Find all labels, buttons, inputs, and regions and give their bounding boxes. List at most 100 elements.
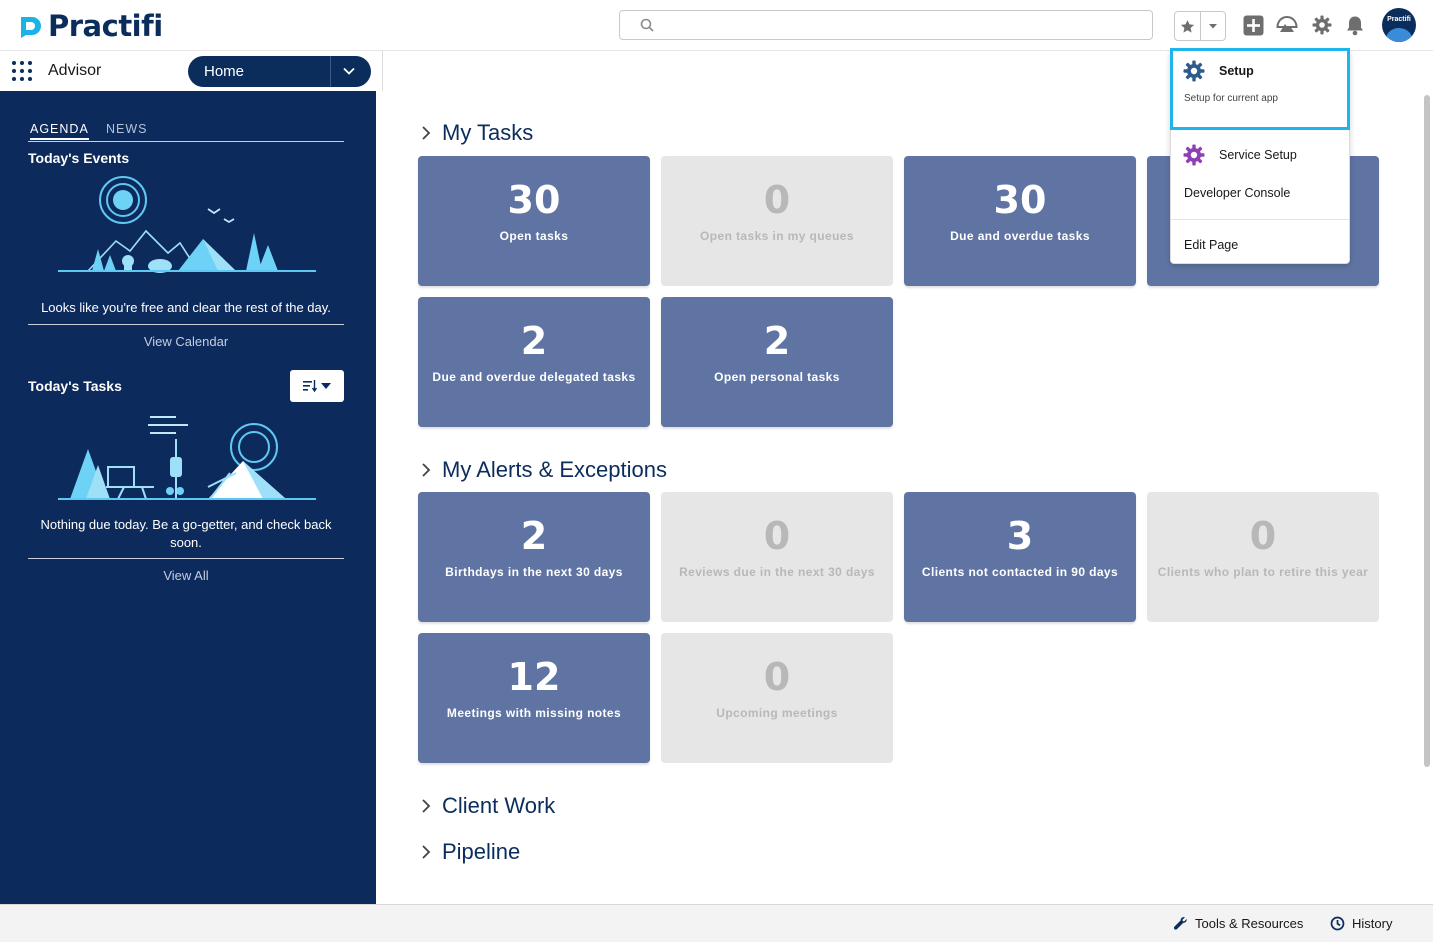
app-name: Advisor: [48, 62, 102, 79]
chevron-down-icon: [321, 383, 331, 389]
menu-divider: [1171, 219, 1349, 220]
user-avatar[interactable]: Practifi: [1382, 8, 1416, 42]
menu-item-edit-page[interactable]: Edit Page: [1184, 238, 1238, 252]
section-alerts-exceptions[interactable]: My Alerts & Exceptions: [418, 457, 667, 483]
setup-menu: Setup Setup for current app Service Setu…: [1170, 48, 1350, 264]
sort-list-icon: [303, 380, 317, 392]
view-all-tasks-link[interactable]: View All: [28, 568, 344, 583]
tasks-divider: [28, 558, 344, 559]
tile-open-tasks-in-queues[interactable]: 0 Open tasks in my queues: [661, 156, 893, 286]
view-calendar-link[interactable]: View Calendar: [28, 334, 344, 349]
tile-delegated-tasks[interactable]: 2 Due and overdue delegated tasks: [418, 297, 650, 427]
todays-events-title: Today's Events: [28, 150, 130, 166]
tile-missing-notes[interactable]: 12 Meetings with missing notes: [418, 633, 650, 763]
avatar-label: Practifi: [1387, 16, 1411, 23]
tile-value: 30: [993, 178, 1047, 222]
global-search[interactable]: [619, 10, 1153, 40]
events-empty-message: Looks like you're free and clear the res…: [41, 300, 331, 315]
tile-label: Birthdays in the next 30 days: [445, 565, 623, 579]
favorites-list-button[interactable]: [1199, 12, 1226, 40]
clock-icon: [1330, 916, 1345, 931]
section-client-work[interactable]: Client Work: [418, 793, 555, 819]
plus-icon: [1243, 15, 1263, 35]
campfire-illustration: [58, 416, 316, 500]
section-pipeline[interactable]: Pipeline: [418, 839, 520, 865]
wrench-icon: [1173, 917, 1187, 930]
setup-gear-icon: [1183, 60, 1205, 82]
search-icon: [640, 18, 654, 32]
tile-upcoming-meetings[interactable]: 0 Upcoming meetings: [661, 633, 893, 763]
tile-personal-tasks[interactable]: 2 Open personal tasks: [661, 297, 893, 427]
tile-value: 0: [763, 514, 791, 558]
chevron-right-icon: [422, 799, 431, 813]
tile-value: 0: [763, 178, 791, 222]
bell-icon: [1347, 16, 1363, 35]
tile-label: Reviews due in the next 30 days: [679, 565, 875, 579]
tile-label: Due and overdue delegated tasks: [432, 370, 636, 384]
tools-resources-button[interactable]: Tools & Resources: [1173, 916, 1303, 931]
chevron-right-icon: [422, 126, 431, 140]
tile-label: Clients not contacted in 90 days: [921, 565, 1119, 579]
practifi-logo-icon: [21, 17, 41, 38]
nav-item-label: Home: [204, 63, 245, 80]
chevron-right-icon: [422, 463, 431, 477]
tile-due-overdue-tasks[interactable]: 30 Due and overdue tasks: [904, 156, 1136, 286]
tile-value: 2: [520, 514, 548, 558]
tile-value: 2: [520, 319, 548, 363]
main-scrollbar[interactable]: [1424, 95, 1430, 767]
favorites-button[interactable]: [1175, 12, 1200, 40]
tile-clients-retiring[interactable]: 0 Clients who plan to retire this year: [1147, 492, 1379, 622]
chevron-down-icon[interactable]: [342, 64, 356, 78]
menu-item-setup-subtitle: Setup for current app: [1184, 93, 1278, 104]
tile-open-tasks[interactable]: 30 Open tasks: [418, 156, 650, 286]
tile-reviews-due[interactable]: 0 Reviews due in the next 30 days: [661, 492, 893, 622]
tile-label: Open tasks in my queues: [700, 229, 854, 243]
service-setup-gear-icon: [1183, 144, 1205, 166]
camping-illustration: [58, 176, 316, 273]
tile-value: 0: [1249, 514, 1277, 558]
menu-item-developer-console[interactable]: Developer Console: [1184, 186, 1290, 200]
tile-value: 12: [507, 655, 561, 699]
search-input[interactable]: [660, 15, 1144, 37]
chevron-right-icon: [422, 845, 431, 859]
section-title: Pipeline: [442, 839, 521, 864]
setup-gear-button[interactable]: [1310, 13, 1334, 37]
tile-value: 30: [507, 178, 561, 222]
notifications-button[interactable]: [1343, 13, 1367, 37]
star-icon: [1180, 19, 1194, 33]
agenda-sidebar: AGENDA NEWS Today's Events Looks like yo…: [0, 91, 376, 904]
tile-label: Clients who plan to retire this year: [1157, 565, 1369, 579]
history-label: History: [1352, 916, 1393, 931]
trailhead-icon: [1276, 15, 1298, 32]
tile-label: Open personal tasks: [714, 370, 840, 384]
tile-clients-not-contacted[interactable]: 3 Clients not contacted in 90 days: [904, 492, 1136, 622]
task-filter-button[interactable]: [290, 370, 344, 402]
tasks-empty-message: Nothing due today. Be a go-getter, and c…: [40, 517, 332, 550]
sidebar-tabs: AGENDA NEWS: [28, 121, 344, 142]
app-launcher-icon[interactable]: [12, 61, 32, 81]
tile-birthdays[interactable]: 2 Birthdays in the next 30 days: [418, 492, 650, 622]
nav-item-home[interactable]: Home: [188, 56, 371, 87]
practifi-logo[interactable]: Practifi: [18, 9, 163, 43]
tile-label: Meetings with missing notes: [446, 706, 622, 720]
section-my-tasks[interactable]: My Tasks: [418, 120, 533, 146]
section-title: My Tasks: [442, 120, 534, 145]
menu-item-service-setup[interactable]: Service Setup: [1219, 148, 1297, 162]
tile-label: Due and overdue tasks: [950, 229, 1090, 243]
tile-value: 2: [763, 319, 791, 363]
section-title: My Alerts & Exceptions: [442, 457, 667, 482]
nav-pill-divider: [330, 56, 331, 87]
trailhead-button[interactable]: [1275, 13, 1299, 37]
section-title: Client Work: [442, 793, 556, 818]
favorites-group: [1174, 11, 1226, 41]
nav-divider: [382, 51, 383, 91]
tab-agenda[interactable]: AGENDA: [30, 122, 89, 140]
avatar-globe-icon: [1386, 28, 1412, 42]
todays-tasks-title: Today's Tasks: [28, 378, 122, 394]
global-actions-button[interactable]: [1241, 13, 1265, 37]
history-button[interactable]: History: [1330, 916, 1392, 931]
menu-item-setup[interactable]: Setup: [1219, 64, 1254, 78]
tools-resources-label: Tools & Resources: [1195, 916, 1304, 931]
tile-label: Upcoming meetings: [716, 706, 838, 720]
tab-news[interactable]: NEWS: [106, 122, 148, 136]
